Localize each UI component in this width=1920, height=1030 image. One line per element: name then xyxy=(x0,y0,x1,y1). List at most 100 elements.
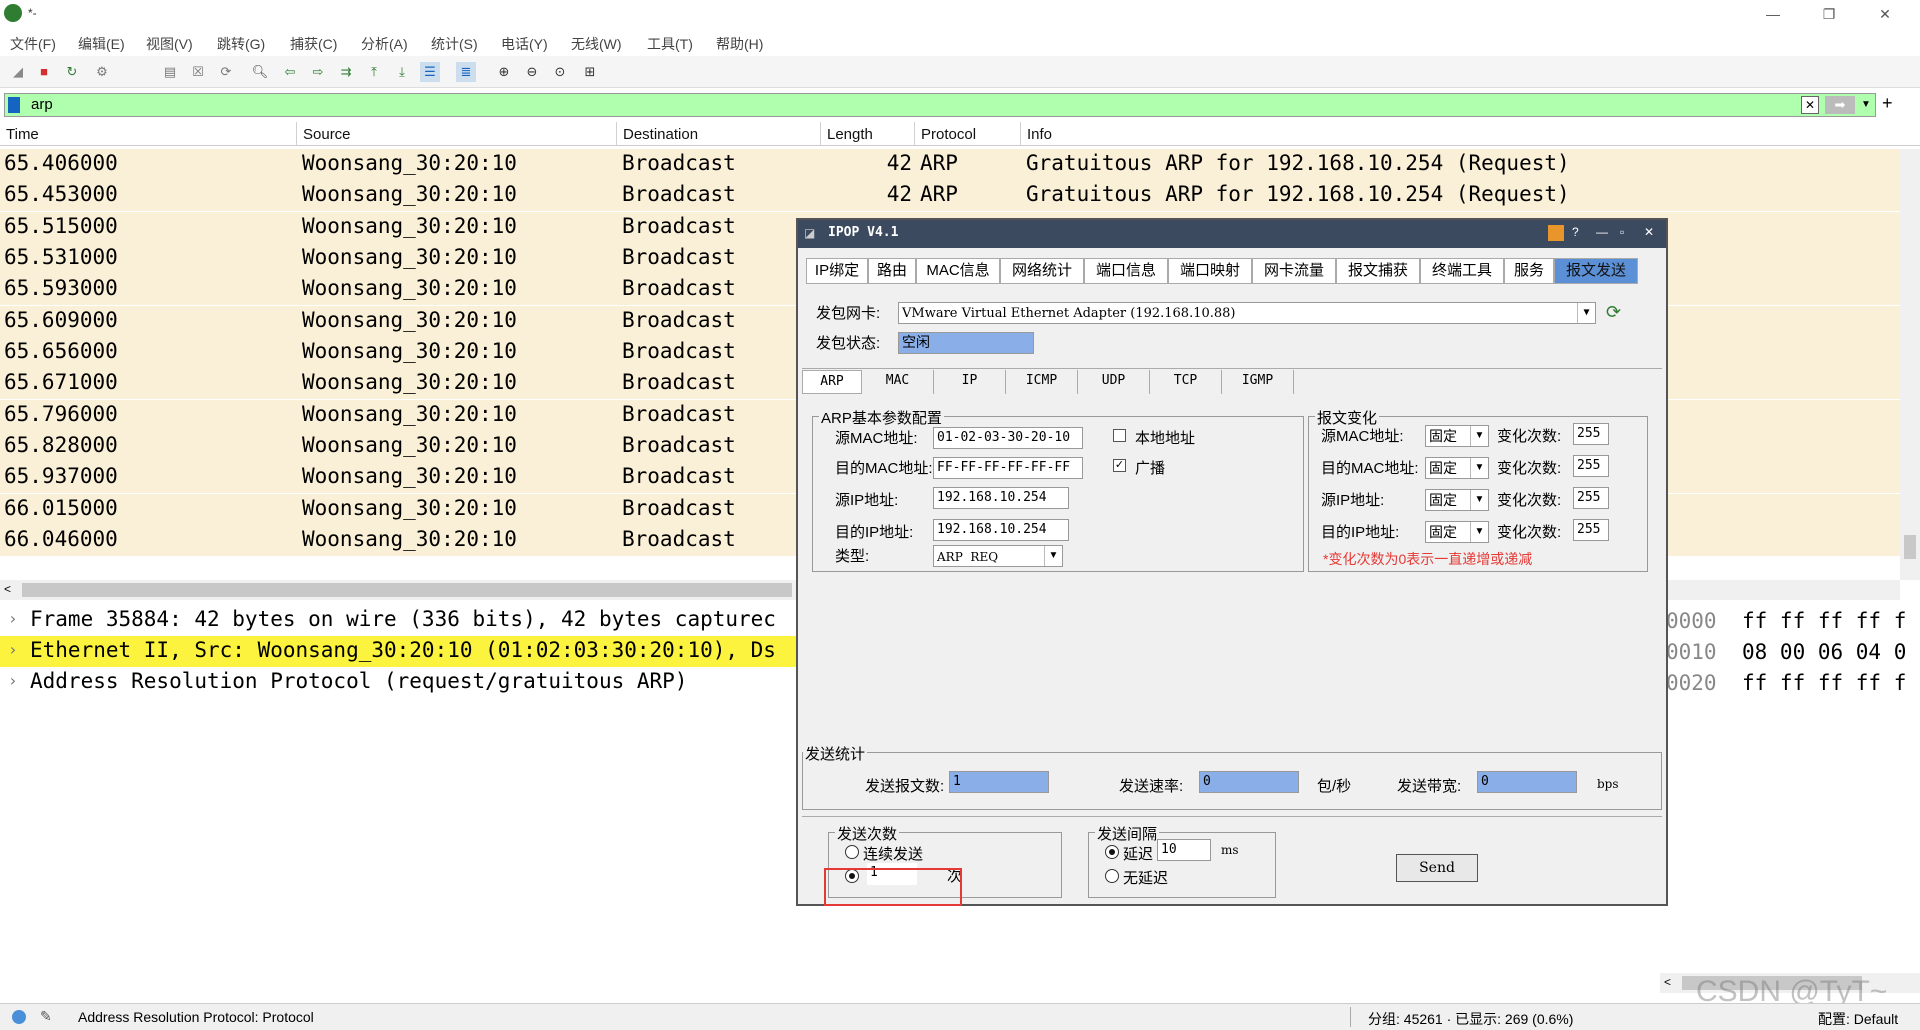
reload-file-icon[interactable]: ⟳ xyxy=(216,62,236,82)
display-filter-input[interactable]: arp ✕ ➡ ▼ xyxy=(4,93,1876,117)
change-mode-select[interactable]: 固定 ▼ xyxy=(1425,457,1489,479)
change-count-input[interactable]: 255 xyxy=(1573,519,1609,541)
table-row[interactable]: 65.453000 Woonsang_30:20:10 Broadcast 42 ARP… xyxy=(0,180,1900,212)
find-packet-icon[interactable]: 🔍︎ xyxy=(250,62,270,82)
tab-net-stats[interactable]: 网络统计 xyxy=(1000,258,1084,284)
subtab-tcp[interactable]: TCP xyxy=(1150,370,1222,394)
subtab-mac[interactable]: MAC xyxy=(862,370,934,394)
refresh-icon[interactable]: ⟳ xyxy=(1606,302,1621,323)
ipop-tool-icon[interactable] xyxy=(1548,225,1564,241)
start-capture-icon[interactable]: ◢ xyxy=(8,62,28,82)
column-source[interactable]: Source xyxy=(303,126,351,143)
change-count-input[interactable]: 255 xyxy=(1573,423,1609,445)
continuous-send-radio[interactable] xyxy=(845,845,859,859)
menu-statistics[interactable]: 统计(S) xyxy=(431,34,478,54)
close-button[interactable]: ✕ xyxy=(1862,2,1908,26)
no-delay-radio[interactable] xyxy=(1105,869,1119,883)
stop-capture-icon[interactable]: ■ xyxy=(34,62,54,82)
apply-filter-icon[interactable]: ➡ xyxy=(1825,96,1855,114)
tab-nic-traffic[interactable]: 网卡流量 xyxy=(1252,258,1336,284)
go-forward-icon[interactable]: ⇨ xyxy=(308,62,328,82)
column-protocol[interactable]: Protocol xyxy=(921,126,976,143)
menu-view[interactable]: 视图(V) xyxy=(146,34,193,54)
add-filter-button-icon[interactable]: + xyxy=(1882,93,1893,114)
edit-comment-icon[interactable]: ✎ xyxy=(40,1008,52,1025)
change-mode-select[interactable]: 固定 ▼ xyxy=(1425,521,1489,543)
go-to-packet-icon[interactable]: ⇉ xyxy=(336,62,356,82)
type-select[interactable]: ARP REQ ▼ xyxy=(933,545,1063,567)
detail-arp[interactable]: › Address Resolution Protocol (request/gr… xyxy=(0,667,800,698)
hex-bytes[interactable]: 08 00 06 04 0 xyxy=(1742,640,1906,664)
change-mode-select[interactable]: 固定 ▼ xyxy=(1425,425,1489,447)
clear-filter-icon[interactable]: ✕ xyxy=(1801,96,1819,114)
last-packet-icon[interactable]: ⤓ xyxy=(392,62,412,82)
tab-port-info[interactable]: 端口信息 xyxy=(1084,258,1168,284)
menu-capture[interactable]: 捕获(C) xyxy=(290,34,337,54)
broadcast-checkbox[interactable]: ✓ xyxy=(1113,459,1126,472)
zoom-normal-icon[interactable]: ⊙ xyxy=(550,62,570,82)
column-time[interactable]: Time xyxy=(6,126,39,143)
menu-file[interactable]: 文件(F) xyxy=(10,34,56,54)
column-destination[interactable]: Destination xyxy=(623,126,698,143)
hex-bytes[interactable]: ff ff ff ff f xyxy=(1742,609,1906,633)
bookmark-icon[interactable] xyxy=(8,97,20,113)
expert-info-icon[interactable] xyxy=(12,1010,26,1024)
ipop-help-icon[interactable]: ? xyxy=(1572,225,1579,239)
minimize-button[interactable]: — xyxy=(1750,2,1796,26)
menu-edit[interactable]: 编辑(E) xyxy=(78,34,125,54)
colorize-icon[interactable]: ≣ xyxy=(456,62,476,82)
menu-go[interactable]: 跳转(G) xyxy=(217,34,265,54)
table-row[interactable]: 65.406000 Woonsang_30:20:10 Broadcast 42 ARP… xyxy=(0,149,1900,180)
tab-ip-bind[interactable]: IP绑定 xyxy=(806,258,868,284)
resize-columns-icon[interactable]: ⊞ xyxy=(580,62,600,82)
detail-ethernet[interactable]: › Ethernet II, Src: Woonsang_30:20:10 (01… xyxy=(0,636,800,667)
menu-analyze[interactable]: 分析(A) xyxy=(361,34,408,54)
delay-radio[interactable] xyxy=(1105,845,1119,859)
menu-telephony[interactable]: 电话(Y) xyxy=(501,34,548,54)
tab-packet-send[interactable]: 报文发送 xyxy=(1554,258,1638,284)
local-addr-checkbox[interactable] xyxy=(1113,429,1126,442)
menu-wireless[interactable]: 无线(W) xyxy=(571,34,622,54)
capture-options-icon[interactable]: ⚙ xyxy=(92,62,112,82)
detail-frame[interactable]: › Frame 35884: 42 bytes on wire (336 bits… xyxy=(0,605,800,636)
zoom-in-icon[interactable]: ⊕ xyxy=(494,62,514,82)
column-length[interactable]: Length xyxy=(827,126,873,143)
maximize-button[interactable]: ❐ xyxy=(1806,2,1852,26)
filter-history-icon[interactable]: ▼ xyxy=(1859,96,1873,114)
ipop-close-icon[interactable]: ✕ xyxy=(1644,225,1654,239)
ipop-maximize-icon[interactable]: ▫ xyxy=(1620,225,1624,239)
go-back-icon[interactable]: ⇦ xyxy=(280,62,300,82)
tab-packet-capture[interactable]: 报文捕获 xyxy=(1336,258,1420,284)
change-mode-select[interactable]: 固定 ▼ xyxy=(1425,489,1489,511)
restart-capture-icon[interactable]: ↻ xyxy=(62,62,82,82)
autoscroll-icon[interactable]: ☰ xyxy=(420,62,440,82)
menu-help[interactable]: 帮助(H) xyxy=(716,34,763,54)
subtab-arp[interactable]: ARP xyxy=(802,370,862,394)
ipop-minimize-icon[interactable]: — xyxy=(1596,225,1608,239)
dst-mac-input[interactable]: FF-FF-FF-FF-FF-FF xyxy=(933,457,1083,479)
nic-select[interactable]: VMware Virtual Ethernet Adapter (192.168… xyxy=(898,302,1596,324)
subtab-udp[interactable]: UDP xyxy=(1078,370,1150,394)
tab-port-map[interactable]: 端口映射 xyxy=(1168,258,1252,284)
column-info[interactable]: Info xyxy=(1027,126,1052,143)
subtab-ip[interactable]: IP xyxy=(934,370,1006,394)
subtab-icmp[interactable]: ICMP xyxy=(1006,370,1078,394)
src-mac-input[interactable]: 01-02-03-30-20-10 xyxy=(933,427,1083,449)
tab-terminal-tools[interactable]: 终端工具 xyxy=(1420,258,1504,284)
tab-services[interactable]: 服务 xyxy=(1504,258,1554,284)
subtab-igmp[interactable]: IGMP xyxy=(1222,370,1294,394)
hex-bytes[interactable]: ff ff ff ff f xyxy=(1742,671,1906,695)
first-packet-icon[interactable]: ⤒ xyxy=(364,62,384,82)
change-count-input[interactable]: 255 xyxy=(1573,487,1609,509)
src-ip-input[interactable]: 192.168.10.254 xyxy=(933,487,1069,509)
close-file-icon[interactable]: ☒ xyxy=(188,62,208,82)
send-button[interactable]: Send xyxy=(1396,854,1478,882)
dst-ip-input[interactable]: 192.168.10.254 xyxy=(933,519,1069,541)
zoom-out-icon[interactable]: ⊖ xyxy=(522,62,542,82)
filter-text[interactable]: arp xyxy=(31,96,53,113)
menu-tools[interactable]: 工具(T) xyxy=(647,34,693,54)
tab-route[interactable]: 路由 xyxy=(868,258,916,284)
change-count-input[interactable]: 255 xyxy=(1573,455,1609,477)
tab-mac-info[interactable]: MAC信息 xyxy=(916,258,1000,284)
open-file-icon[interactable]: ▤ xyxy=(160,62,180,82)
